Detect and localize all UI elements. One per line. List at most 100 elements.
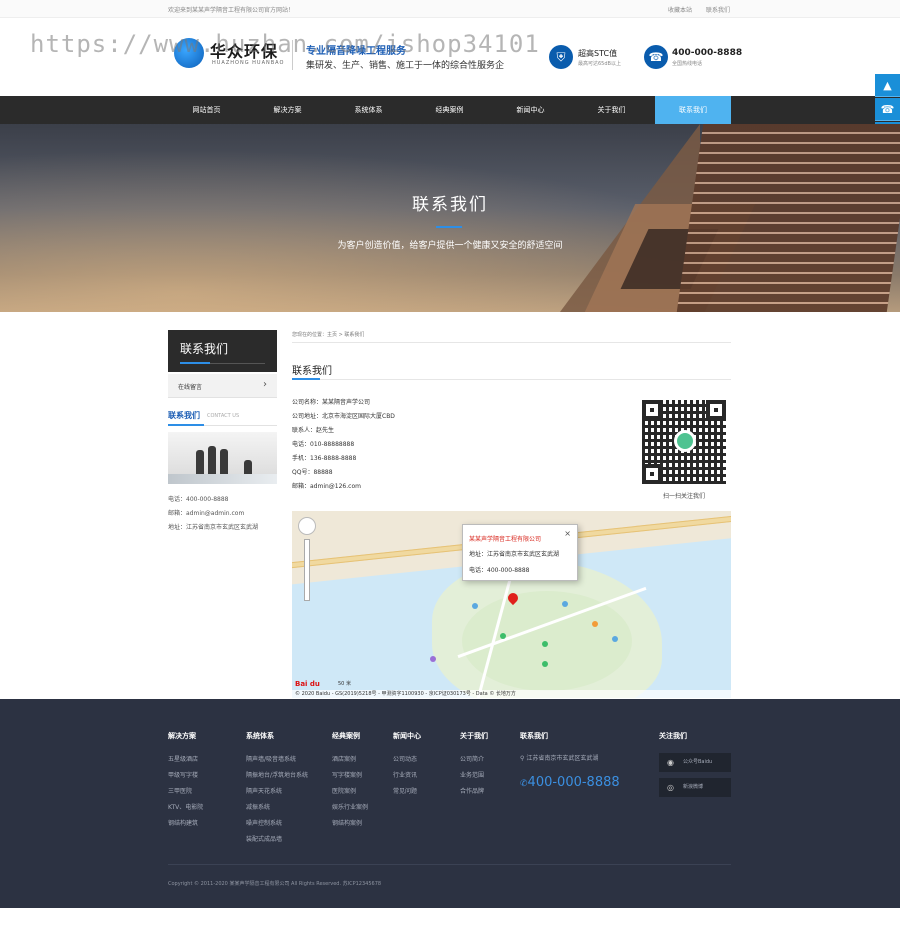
- map-scale: 50 米: [338, 681, 351, 687]
- weibo-label: 新浪微博: [683, 784, 704, 790]
- wechat-icon: ◉: [667, 758, 674, 767]
- footer-link[interactable]: 酒店案例: [332, 754, 356, 763]
- nav-about[interactable]: 关于我们: [571, 96, 652, 124]
- popup-address: 地址：江苏省南京市玄武区玄武湖: [469, 551, 560, 558]
- footer-link[interactable]: 减振系统: [246, 802, 270, 811]
- title-divider: [292, 379, 731, 380]
- wechat-button[interactable]: ◉ 公众号Baidu: [659, 753, 731, 772]
- header-slogan-sub: 集研发、生产、销售、施工于一体的综合性服务企: [306, 61, 505, 71]
- sidebar-item-message[interactable]: 在线留言 ›: [168, 374, 277, 398]
- top-bar: 欢迎来到某某声学隔音工程有限公司官方网站！ 收藏本站 联系我们: [0, 0, 900, 18]
- sidebar-tel: 电话：400-000-8888: [168, 496, 229, 503]
- top-links: 收藏本站 联系我们: [668, 5, 742, 14]
- nav-systems[interactable]: 系统体系: [328, 96, 409, 124]
- footer-divider: [168, 864, 731, 865]
- sidebar-heading-text: 联系我们: [180, 342, 229, 356]
- footer-link[interactable]: 医院案例: [332, 786, 356, 795]
- page-title: 联系我们: [292, 366, 332, 377]
- footer-copyright: Copyright © 2011-2020 某某声学隔音工程有限公司 All R…: [168, 881, 382, 887]
- footer-link[interactable]: 三甲医院: [168, 786, 192, 795]
- baidu-map[interactable]: × 某某声学隔音工程有限公司 地址：江苏省南京市玄武区玄武湖 电话：400-00…: [292, 511, 731, 698]
- footer-link[interactable]: 隔声墙/吸音墙系统: [246, 754, 296, 763]
- footer-link[interactable]: 娱乐行业案例: [332, 802, 368, 811]
- title-accent: [292, 378, 320, 380]
- qrcode-image: [642, 400, 726, 484]
- footer-link[interactable]: 业务范围: [460, 770, 484, 779]
- footer-contact-title: 联系我们: [520, 732, 548, 740]
- map-pan-control[interactable]: [298, 517, 316, 535]
- weibo-icon: ◎: [667, 783, 674, 792]
- map-copyright: © 2020 Baidu - GS(2019)5218号 - 甲测资字11009…: [292, 690, 731, 698]
- map-poi-icon: [592, 621, 598, 627]
- phone-small-icon: ✆: [520, 779, 528, 789]
- header-phone-sub: 全国热线电话: [672, 61, 703, 67]
- top-contact-link[interactable]: 联系我们: [706, 7, 730, 14]
- footer-link[interactable]: 隔声天花系统: [246, 786, 282, 795]
- footer-link[interactable]: 常见问题: [393, 786, 417, 795]
- footer-phone-text: 400-000-8888: [527, 775, 620, 790]
- footer-link[interactable]: 装配式成品墙: [246, 834, 282, 843]
- footer-col-solutions-title: 解决方案: [168, 732, 196, 740]
- sidebar-heading: 联系我们: [168, 330, 277, 372]
- map-poi-icon: [430, 656, 436, 662]
- main-nav: 网站首页 解决方案 系统体系 经典案例 新闻中心 关于我们 联系我们: [0, 96, 900, 124]
- welcome-text: 欢迎来到某某声学隔音工程有限公司官方网站！: [168, 7, 295, 14]
- sidebar-address: 地址：江苏省南京市玄武区玄武湖: [168, 524, 259, 531]
- breadcrumb: 您现在的位置：主页 > 联系我们: [292, 332, 365, 338]
- map-poi-icon: [500, 633, 506, 639]
- footer-link[interactable]: 公司简介: [460, 754, 484, 763]
- footer-link[interactable]: 钢结构建筑: [168, 818, 198, 827]
- close-icon[interactable]: ×: [564, 529, 571, 538]
- telephone-icon[interactable]: ☎: [875, 98, 900, 121]
- footer-col-systems-title: 系统体系: [246, 732, 274, 740]
- nav-news[interactable]: 新闻中心: [490, 96, 571, 124]
- sidebar-item-label: 在线留言: [178, 384, 203, 391]
- footer-link[interactable]: 公司动态: [393, 754, 417, 763]
- map-poi-icon: [562, 601, 568, 607]
- company-name: 公司名称：某某隔音声学公司: [292, 399, 371, 406]
- contact-image: [168, 432, 277, 484]
- stc-title: 超高STC值: [578, 49, 618, 58]
- banner: [0, 124, 900, 312]
- footer-link[interactable]: 合作品牌: [460, 786, 484, 795]
- back-to-top-icon[interactable]: ▲: [875, 74, 900, 97]
- company-address: 公司地址：北京市海淀区国际大厦CBD: [292, 413, 395, 420]
- footer-address-text: 江苏省南京市玄武区玄武湖: [526, 755, 599, 762]
- shield-icon: ⛨: [549, 45, 573, 69]
- wechat-label: 公众号Baidu: [683, 759, 713, 765]
- map-zoom-slider[interactable]: [304, 539, 310, 601]
- footer-address: ⚲ 江苏省南京市玄武区玄武湖: [520, 753, 598, 762]
- footer-link[interactable]: 五星级酒店: [168, 754, 198, 763]
- nav-cases[interactable]: 经典案例: [409, 96, 490, 124]
- map-poi-icon: [542, 661, 548, 667]
- breadcrumb-divider: [292, 342, 731, 343]
- banner-underline: [436, 226, 462, 228]
- map-poi-icon: [472, 603, 478, 609]
- map-info-window: × 某某声学隔音工程有限公司 地址：江苏省南京市玄武区玄武湖 电话：400-00…: [462, 524, 578, 581]
- watermark-text: https://www.huzhan.com/ishop34101: [30, 30, 540, 58]
- footer-link[interactable]: 钢结构案例: [332, 818, 362, 827]
- sidebar-contact-title: 联系我们: [168, 411, 200, 420]
- footer-link[interactable]: 隔振地台/浮筑地台系统: [246, 770, 308, 779]
- footer-link[interactable]: 行业资讯: [393, 770, 417, 779]
- popup-phone: 电话：400-000-8888: [469, 567, 530, 574]
- footer-link[interactable]: 噪声控制系统: [246, 818, 282, 827]
- nav-solutions[interactable]: 解决方案: [247, 96, 328, 124]
- banner-building-right: [676, 124, 900, 312]
- weibo-button[interactable]: ◎ 新浪微博: [659, 778, 731, 797]
- qr-corner: [642, 464, 662, 484]
- favorite-link[interactable]: 收藏本站: [668, 7, 692, 14]
- home-icon: [674, 430, 696, 452]
- footer-link[interactable]: 写字楼案例: [332, 770, 362, 779]
- contact-person: 联系人：赵先生: [292, 427, 335, 434]
- footer-col-about-title: 关于我们: [460, 732, 488, 740]
- qr-corner: [642, 400, 662, 420]
- footer-link[interactable]: 甲级写字楼: [168, 770, 198, 779]
- nav-home[interactable]: 网站首页: [166, 96, 247, 124]
- footer: [0, 699, 900, 908]
- sidebar-contact-accent: [168, 424, 204, 426]
- footer-col-cases-title: 经典案例: [332, 732, 360, 740]
- footer-link[interactable]: KTV、电影院: [168, 802, 203, 811]
- nav-contact[interactable]: 联系我们: [655, 96, 731, 124]
- baidu-logo: Bai du: [295, 680, 320, 688]
